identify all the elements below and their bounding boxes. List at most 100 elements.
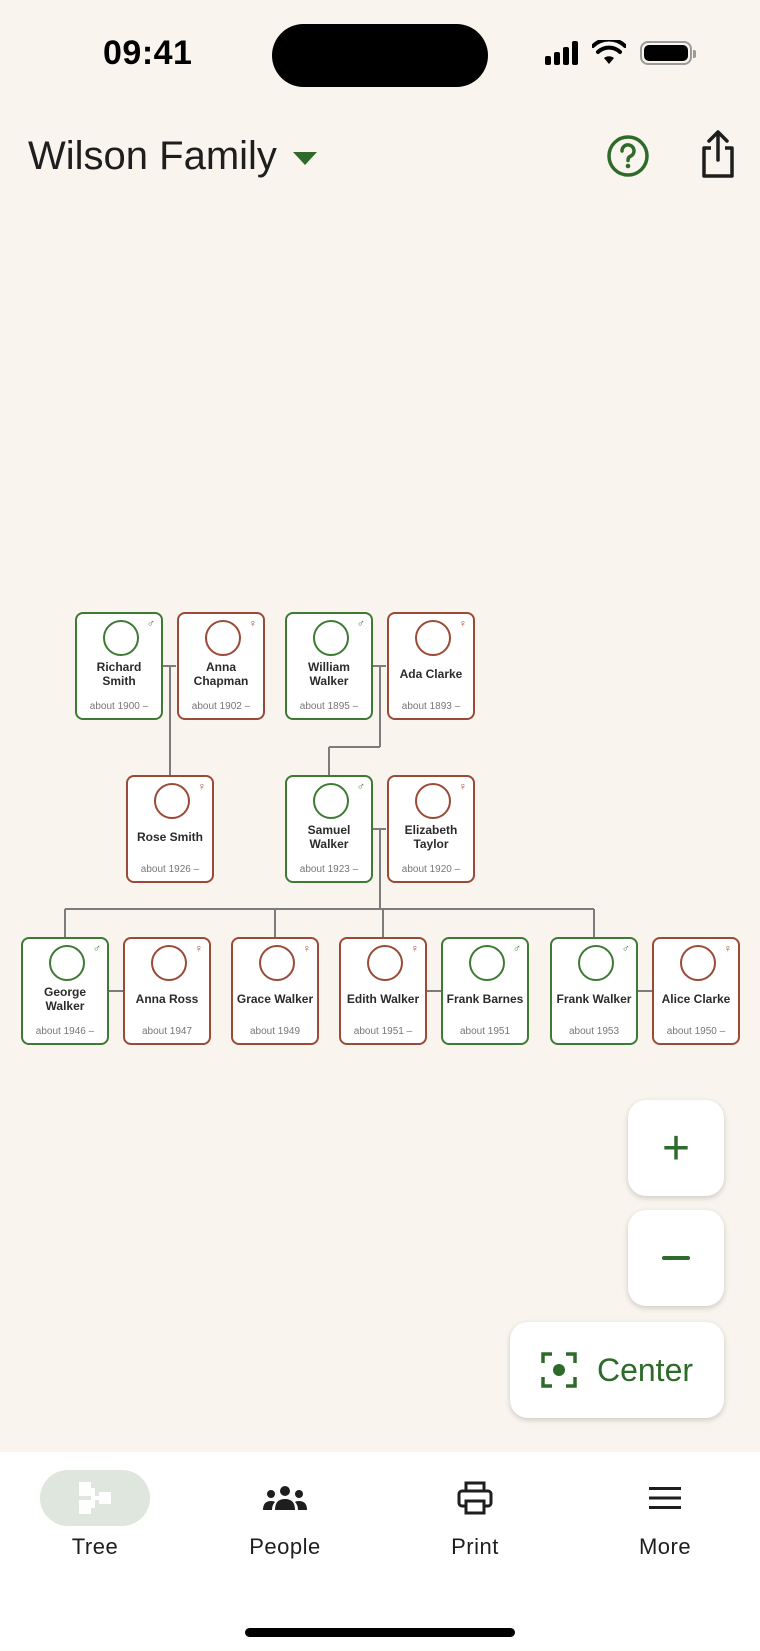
- person-card-grace-walker[interactable]: ♀ Grace Walker about 1949: [231, 937, 319, 1045]
- person-card-anna-ross[interactable]: ♀ Anna Ross about 1947: [123, 937, 211, 1045]
- print-icon: [457, 1481, 493, 1515]
- person-name: Anna Chapman: [193, 660, 249, 688]
- minus-icon: [662, 1256, 690, 1260]
- focus-center-icon: [541, 1352, 577, 1388]
- female-icon: ♀: [723, 943, 732, 955]
- avatar: [49, 945, 85, 981]
- person-dates: about 1893 –: [401, 701, 461, 712]
- avatar: [578, 945, 614, 981]
- person-name: Frank Walker: [556, 992, 632, 1006]
- avatar: [313, 620, 349, 656]
- status-time: 09:41: [103, 34, 193, 72]
- avatar: [469, 945, 505, 981]
- female-icon: ♀: [302, 943, 311, 955]
- person-dates: about 1946 –: [35, 1026, 95, 1037]
- person-name: Richard Smith: [96, 660, 142, 688]
- female-icon: ♀: [458, 618, 467, 630]
- person-card-rose-smith[interactable]: ♀ Rose Smith about 1926 –: [126, 775, 214, 883]
- nav-more[interactable]: More: [590, 1470, 740, 1560]
- dynamic-island: [272, 24, 488, 87]
- nav-people[interactable]: People: [210, 1470, 360, 1560]
- menu-icon: [649, 1487, 681, 1509]
- person-dates: about 1953: [568, 1026, 620, 1037]
- avatar: [205, 620, 241, 656]
- person-dates: about 1950 –: [666, 1026, 726, 1037]
- share-icon[interactable]: [698, 130, 738, 180]
- male-icon: ♂: [356, 781, 365, 793]
- person-dates: about 1900 –: [89, 701, 149, 712]
- person-name: Elizabeth Taylor: [404, 823, 458, 851]
- center-label: Center: [596, 1351, 694, 1388]
- person-dates: about 1920 –: [401, 864, 461, 875]
- status-icons: [545, 40, 696, 66]
- male-icon: ♂: [621, 943, 630, 955]
- center-button[interactable]: Center: [510, 1322, 724, 1418]
- person-name: Samuel Walker: [307, 823, 351, 851]
- person-dates: about 1923 –: [299, 864, 359, 875]
- male-icon: ♂: [356, 618, 365, 630]
- person-name: Ada Clarke: [399, 667, 463, 681]
- person-name: Rose Smith: [136, 830, 203, 844]
- zoom-out-button[interactable]: [628, 1210, 724, 1306]
- person-card-edith-walker[interactable]: ♀ Edith Walker about 1951 –: [339, 937, 427, 1045]
- nav-tree-label: Tree: [71, 1534, 119, 1559]
- person-name: Edith Walker: [346, 992, 420, 1006]
- person-card-george-walker[interactable]: ♂ George Walker about 1946 –: [21, 937, 109, 1045]
- chevron-down-icon: [292, 152, 317, 165]
- person-card-elizabeth-taylor[interactable]: ♀ Elizabeth Taylor about 1920 –: [387, 775, 475, 883]
- person-name: George Walker: [43, 985, 86, 1013]
- nav-more-label: More: [638, 1534, 692, 1559]
- avatar: [313, 783, 349, 819]
- person-dates: about 1947: [141, 1026, 193, 1037]
- family-selector[interactable]: Wilson Family: [28, 134, 317, 179]
- avatar: [151, 945, 187, 981]
- people-icon: [263, 1486, 307, 1510]
- person-card-richard-smith[interactable]: ♂ Richard Smith about 1900 –: [75, 612, 163, 720]
- person-dates: about 1926 –: [140, 864, 200, 875]
- help-icon[interactable]: [606, 134, 650, 178]
- cellular-signal-icon: [545, 41, 578, 65]
- nav-people-label: People: [249, 1534, 321, 1559]
- person-card-samuel-walker[interactable]: ♂ Samuel Walker about 1923 –: [285, 775, 373, 883]
- person-card-william-walker[interactable]: ♂ William Walker about 1895 –: [285, 612, 373, 720]
- person-name: Anna Ross: [135, 992, 199, 1006]
- home-indicator[interactable]: [245, 1628, 515, 1637]
- person-name: Frank Barnes: [446, 992, 524, 1006]
- avatar: [259, 945, 295, 981]
- person-card-alice-clarke[interactable]: ♀ Alice Clarke about 1950 –: [652, 937, 740, 1045]
- person-dates: about 1895 –: [299, 701, 359, 712]
- wifi-icon: [592, 40, 626, 64]
- bottom-navigation: Tree People Print More: [0, 1452, 760, 1651]
- avatar: [680, 945, 716, 981]
- zoom-in-button[interactable]: +: [628, 1100, 724, 1196]
- male-icon: ♂: [92, 943, 101, 955]
- battery-icon: [640, 41, 696, 65]
- person-dates: about 1951 –: [353, 1026, 413, 1037]
- person-dates: about 1949: [249, 1026, 301, 1037]
- tree-icon: [79, 1482, 111, 1514]
- plus-icon: +: [661, 1121, 691, 1175]
- female-icon: ♀: [197, 781, 206, 793]
- nav-print-label: Print: [451, 1534, 499, 1559]
- person-card-frank-barnes[interactable]: ♂ Frank Barnes about 1951: [441, 937, 529, 1045]
- nav-tree[interactable]: Tree: [20, 1470, 170, 1560]
- nav-print[interactable]: Print: [400, 1470, 550, 1560]
- person-name: Alice Clarke: [661, 992, 731, 1006]
- person-dates: about 1951: [459, 1026, 511, 1037]
- avatar: [415, 783, 451, 819]
- family-title: Wilson Family: [28, 134, 277, 178]
- female-icon: ♀: [458, 781, 467, 793]
- avatar: [103, 620, 139, 656]
- person-card-frank-walker[interactable]: ♂ Frank Walker about 1953: [550, 937, 638, 1045]
- avatar: [154, 783, 190, 819]
- person-card-ada-clarke[interactable]: ♀ Ada Clarke about 1893 –: [387, 612, 475, 720]
- avatar: [367, 945, 403, 981]
- person-dates: about 1902 –: [191, 701, 251, 712]
- male-icon: ♂: [146, 618, 155, 630]
- person-name: William Walker: [308, 660, 350, 688]
- person-card-anna-chapman[interactable]: ♀ Anna Chapman about 1902 –: [177, 612, 265, 720]
- nav-tree-indicator: [40, 1470, 150, 1526]
- person-name: Grace Walker: [236, 992, 314, 1006]
- male-icon: ♂: [512, 943, 521, 955]
- female-icon: ♀: [194, 943, 203, 955]
